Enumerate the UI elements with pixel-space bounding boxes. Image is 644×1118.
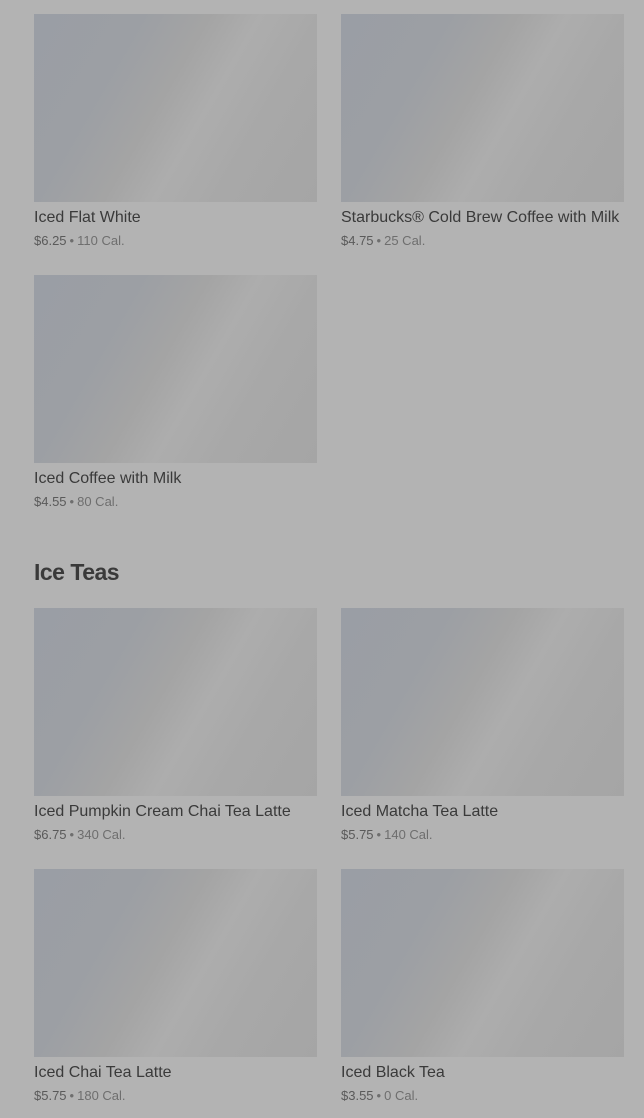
menu-item-price: $4.55 bbox=[34, 494, 67, 509]
menu-item-name: Iced Pumpkin Cream Chai Tea Latte bbox=[34, 803, 291, 820]
menu-item-name: Iced Chai Tea Latte bbox=[34, 1064, 172, 1081]
menu-item-price: $5.75 bbox=[34, 1088, 67, 1103]
menu-item-calories: 80 Cal. bbox=[77, 494, 119, 509]
menu-item-meta: $5.75 • 180 Cal. bbox=[34, 1087, 317, 1105]
menu-page: Iced Flat White $6.25 • 110 Cal. Starbucks… bbox=[0, 0, 644, 1118]
menu-item-calories: 340 Cal. bbox=[77, 827, 126, 842]
menu-item-name: Iced Coffee with Milk bbox=[34, 470, 182, 487]
menu-item-image bbox=[341, 869, 624, 1057]
separator-dot: • bbox=[69, 1088, 75, 1103]
menu-item-card[interactable]: Starbucks® Cold Brew Coffee with Milk $4… bbox=[341, 14, 624, 275]
menu-item-price: $6.75 bbox=[34, 827, 67, 842]
separator-dot: • bbox=[376, 1088, 382, 1103]
menu-item-name: Iced Matcha Tea Latte bbox=[341, 803, 499, 820]
menu-item-card[interactable]: Iced Pumpkin Cream Chai Tea Latte $6.75 •… bbox=[34, 608, 317, 869]
menu-item-meta: $6.25 • 110 Cal. bbox=[34, 232, 317, 250]
separator-dot: • bbox=[69, 827, 75, 842]
coffee-items-grid: Iced Flat White $6.25 • 110 Cal. Starbucks… bbox=[34, 0, 644, 536]
menu-item-calories: 25 Cal. bbox=[384, 233, 426, 248]
menu-item-meta: $6.75 • 340 Cal. bbox=[34, 826, 317, 844]
menu-item-image bbox=[34, 608, 317, 796]
menu-item-image bbox=[34, 275, 317, 463]
ice-teas-grid: Iced Pumpkin Cream Chai Tea Latte $6.75 •… bbox=[34, 608, 644, 1118]
menu-item-meta: $4.75 • 25 Cal. bbox=[341, 232, 624, 250]
menu-item-calories: 0 Cal. bbox=[384, 1088, 419, 1103]
menu-item-image bbox=[341, 14, 624, 202]
section-title-ice-teas: Ice Teas bbox=[34, 559, 120, 585]
separator-dot: • bbox=[376, 233, 382, 248]
menu-item-card[interactable]: Iced Flat White $6.25 • 110 Cal. bbox=[34, 14, 317, 275]
menu-item-calories: 180 Cal. bbox=[77, 1088, 126, 1103]
menu-item-name: Iced Flat White bbox=[34, 209, 141, 226]
menu-item-price: $3.55 bbox=[341, 1088, 374, 1103]
menu-item-card[interactable]: Iced Coffee with Milk $4.55 • 80 Cal. bbox=[34, 275, 317, 536]
menu-item-price: $6.25 bbox=[34, 233, 67, 248]
separator-dot: • bbox=[69, 494, 75, 509]
menu-item-card[interactable]: Iced Black Tea $3.55 • 0 Cal. bbox=[341, 869, 624, 1118]
menu-item-card[interactable]: Iced Matcha Tea Latte $5.75 • 140 Cal. bbox=[341, 608, 624, 869]
menu-item-calories: 140 Cal. bbox=[384, 827, 433, 842]
separator-dot: • bbox=[376, 827, 382, 842]
menu-item-image bbox=[34, 14, 317, 202]
separator-dot: • bbox=[69, 233, 75, 248]
menu-item-image bbox=[341, 608, 624, 796]
menu-item-card[interactable]: Iced Chai Tea Latte $5.75 • 180 Cal. bbox=[34, 869, 317, 1118]
menu-item-name: Iced Black Tea bbox=[341, 1064, 445, 1081]
menu-item-image bbox=[34, 869, 317, 1057]
menu-item-meta: $5.75 • 140 Cal. bbox=[341, 826, 624, 844]
menu-item-calories: 110 Cal. bbox=[77, 233, 125, 248]
menu-item-meta: $3.55 • 0 Cal. bbox=[341, 1087, 624, 1105]
menu-item-meta: $4.55 • 80 Cal. bbox=[34, 493, 317, 511]
menu-item-price: $4.75 bbox=[341, 233, 374, 248]
menu-item-price: $5.75 bbox=[341, 827, 374, 842]
menu-item-name: Starbucks® Cold Brew Coffee with Milk bbox=[341, 209, 620, 226]
